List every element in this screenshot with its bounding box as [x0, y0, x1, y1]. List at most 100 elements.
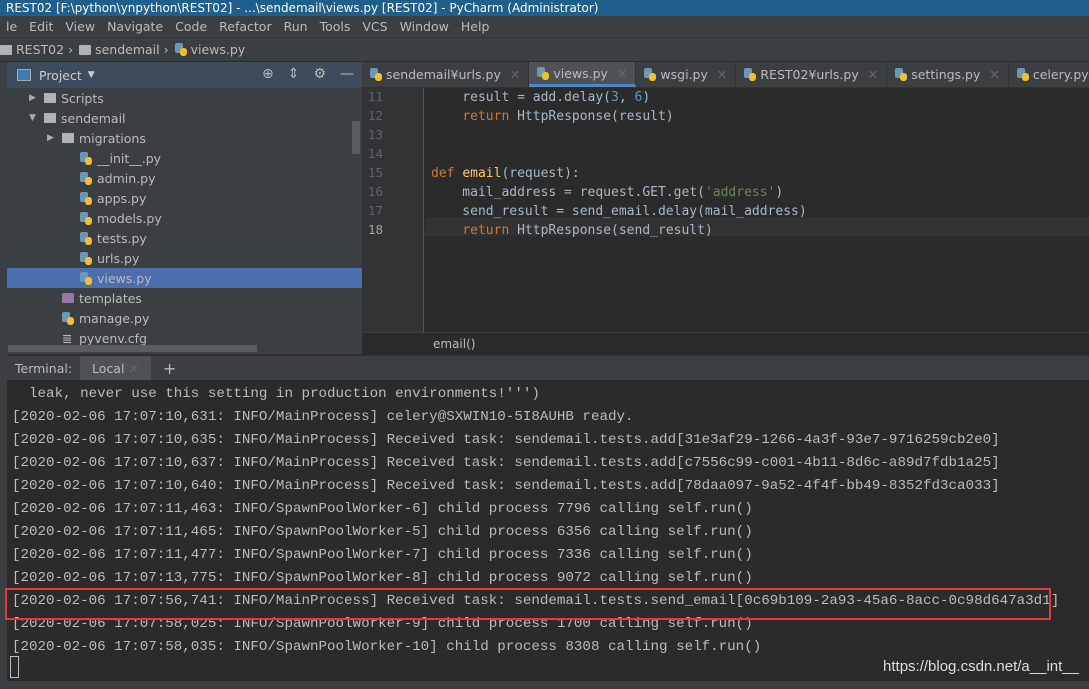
- breadcrumb-item-folder[interactable]: sendemail ›: [79, 42, 169, 57]
- tree-item-label: templates: [79, 290, 142, 306]
- close-icon[interactable]: ✕: [717, 67, 727, 82]
- tree-item[interactable]: ▼ sendemail: [7, 108, 362, 128]
- close-icon[interactable]: ✕: [617, 66, 627, 81]
- folder-icon: [62, 133, 74, 143]
- tree-item[interactable]: ▶ migrations: [7, 128, 362, 148]
- terminal-output[interactable]: leak, never use this setting in producti…: [7, 380, 1089, 680]
- tree-item-label: pyvenv.cfg: [79, 330, 147, 346]
- editor-tab[interactable]: celery.py✕: [1009, 62, 1089, 87]
- breadcrumb-label: views.py: [190, 42, 246, 57]
- editor-tabs: sendemail¥urls.py ✕ views.py ✕ wsgi.py ✕ REST0…: [362, 62, 1089, 88]
- editor-gutter: 11 12 13 14 15 16 17 18: [362, 88, 424, 332]
- menu-tools[interactable]: Tools: [314, 19, 357, 34]
- line-number: 17: [368, 203, 384, 218]
- tree-item[interactable]: templates: [7, 288, 362, 308]
- editor-tab[interactable]: REST02¥urls.py ✕: [736, 62, 888, 87]
- project-panel-icon: [17, 69, 31, 81]
- python-file-icon: [80, 191, 92, 205]
- python-file-icon: [537, 66, 550, 80]
- project-panel-header: Project ▼ ⊕ ⇕ ⚙ —: [7, 62, 362, 88]
- tree-item[interactable]: models.py: [7, 208, 362, 228]
- tree-item[interactable]: tests.py: [7, 228, 362, 248]
- terminal-tab-local[interactable]: Local ✕: [80, 355, 151, 381]
- code-line: return HttpResponse(send_result): [462, 223, 713, 238]
- code-breadcrumb[interactable]: email(): [362, 332, 1089, 355]
- tab-label: wsgi.py: [660, 67, 708, 82]
- menu-help[interactable]: Help: [455, 19, 496, 34]
- tree-item-label: apps.py: [97, 190, 147, 206]
- new-terminal-button[interactable]: +: [151, 359, 188, 378]
- close-icon[interactable]: ✕: [989, 67, 999, 82]
- editor-tab[interactable]: sendemail¥urls.py ✕: [362, 62, 530, 87]
- tree-item[interactable]: admin.py: [7, 168, 362, 188]
- terminal-line: [2020-02-06 17:07:13,775: INFO/SpawnPool…: [12, 570, 753, 586]
- tree-vertical-scrollbar[interactable]: [352, 121, 360, 154]
- menu-window[interactable]: Window: [394, 19, 455, 34]
- window-title-bar: REST02 [F:\python\ynpython\REST02] - ...…: [0, 0, 1089, 16]
- code-line: def email(request):: [431, 166, 580, 181]
- folder-icon: [79, 44, 92, 55]
- code-line: return HttpResponse(result): [462, 109, 674, 124]
- menu-run[interactable]: Run: [278, 19, 314, 34]
- collapsed-arrow-icon[interactable]: ▶: [29, 93, 39, 103]
- tree-item-label: Scripts: [61, 90, 104, 106]
- line-number: 18: [368, 222, 384, 237]
- breadcrumb-item-file[interactable]: views.py: [174, 42, 246, 57]
- gear-icon[interactable]: ⚙: [313, 66, 326, 82]
- code-editor[interactable]: result = add.delay(3, 6) return HttpResp…: [425, 88, 1089, 332]
- menu-edit[interactable]: Edit: [23, 19, 59, 34]
- watermark: https://blog.csdn.net/a__int__: [883, 658, 1079, 675]
- menu-code[interactable]: Code: [169, 19, 213, 34]
- minimize-icon[interactable]: —: [340, 66, 354, 82]
- python-file-icon: [644, 68, 657, 81]
- project-tree: ▶ Scripts ▼ sendemail ▶ migrations __init__.py…: [7, 88, 362, 354]
- tree-item[interactable]: __init__.py: [7, 148, 362, 168]
- line-number: 15: [368, 165, 384, 180]
- project-view-selector[interactable]: Project: [39, 68, 82, 83]
- editor-tab[interactable]: settings.py ✕: [887, 62, 1009, 87]
- navigation-breadcrumb: REST02 › sendemail › views.py: [0, 38, 1089, 62]
- editor-tab[interactable]: views.py ✕: [529, 62, 637, 87]
- tree-item-label: urls.py: [97, 250, 140, 266]
- menu-vcs[interactable]: VCS: [356, 19, 393, 34]
- close-icon[interactable]: ✕: [128, 361, 138, 376]
- python-file-icon: [370, 68, 382, 81]
- tree-horizontal-scrollbar[interactable]: [8, 345, 257, 352]
- tree-item[interactable]: views.py: [7, 268, 362, 288]
- close-icon[interactable]: ✕: [510, 67, 520, 82]
- locate-icon[interactable]: ⊕: [262, 66, 274, 82]
- terminal-line: [2020-02-06 17:07:10,631: INFO/MainProce…: [12, 409, 634, 425]
- tab-label: sendemail¥urls.py: [386, 67, 501, 82]
- python-file-icon: [1016, 68, 1029, 81]
- terminal-line: [2020-02-06 17:07:10,640: INFO/MainProce…: [12, 478, 1000, 494]
- terminal-cursor: [10, 656, 19, 678]
- tree-item[interactable]: apps.py: [7, 188, 362, 208]
- menu-navigate[interactable]: Navigate: [101, 19, 169, 34]
- breadcrumb-label: sendemail: [95, 42, 160, 57]
- python-file-icon: [80, 151, 92, 165]
- highlight-box: [5, 588, 1051, 620]
- menu-view[interactable]: View: [59, 19, 101, 34]
- code-line: mail_address = request.GET.get('address'…: [431, 185, 784, 200]
- expanded-arrow-icon[interactable]: ▼: [29, 113, 39, 123]
- tree-item[interactable]: manage.py: [7, 308, 362, 328]
- python-file-icon: [80, 171, 92, 185]
- collapse-all-icon[interactable]: ⇕: [288, 66, 300, 82]
- line-number: 11: [368, 89, 384, 104]
- menu-refactor[interactable]: Refactor: [213, 19, 277, 34]
- tree-item[interactable]: urls.py: [7, 248, 362, 268]
- menu-le[interactable]: le: [0, 19, 23, 34]
- window-title: REST02 [F:\python\ynpython\REST02] - ...…: [6, 1, 599, 15]
- collapsed-arrow-icon[interactable]: ▶: [47, 133, 57, 143]
- editor-tab[interactable]: wsgi.py ✕: [636, 62, 737, 87]
- python-file-icon: [174, 43, 187, 56]
- tab-label: REST02¥urls.py: [760, 67, 859, 82]
- tab-label: celery.py: [1032, 67, 1089, 82]
- chevron-down-icon[interactable]: ▼: [88, 70, 95, 80]
- python-file-icon: [80, 231, 92, 245]
- tree-item[interactable]: ▶ Scripts: [7, 88, 362, 108]
- close-icon[interactable]: ✕: [868, 67, 878, 82]
- breadcrumb-item-project[interactable]: REST02 ›: [0, 42, 73, 57]
- terminal-line: [2020-02-06 17:07:11,465: INFO/SpawnPool…: [12, 524, 753, 540]
- breadcrumb-label: REST02: [16, 42, 65, 57]
